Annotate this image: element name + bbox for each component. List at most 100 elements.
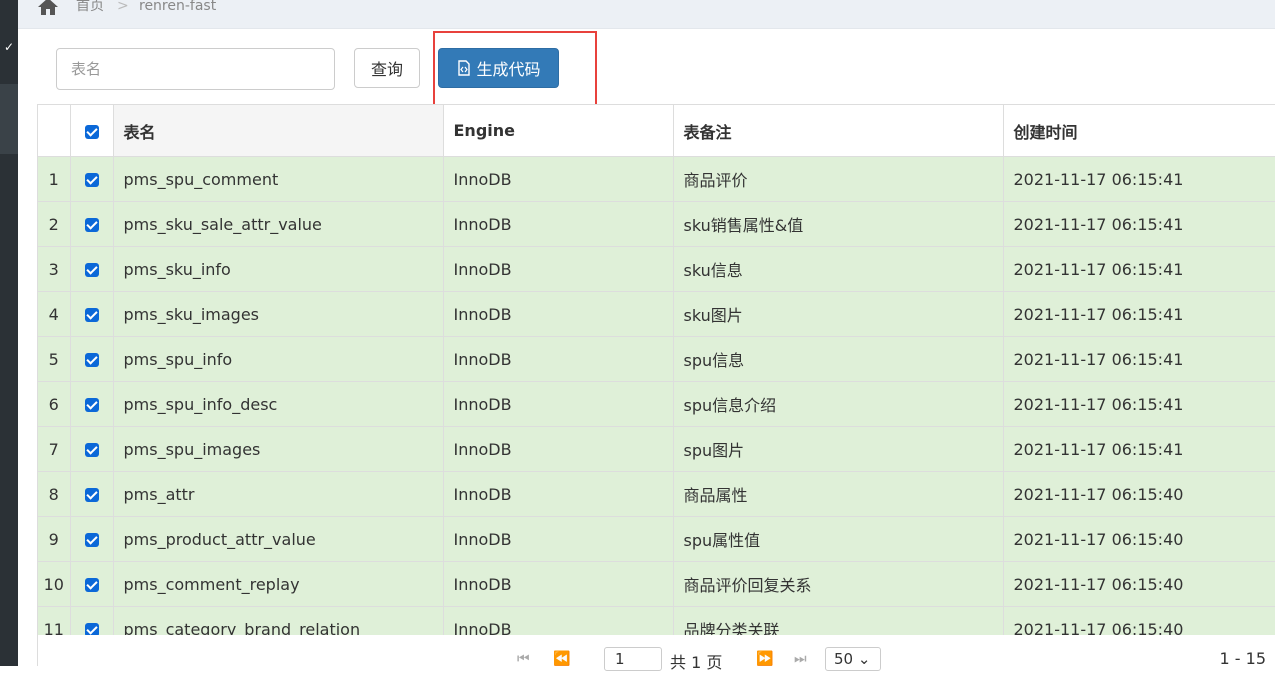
left-sidebar: ✓ xyxy=(0,0,18,666)
page-size-select[interactable]: 50 ⌄ xyxy=(825,647,881,671)
column-header-name[interactable]: 表名 xyxy=(113,105,444,157)
table-row[interactable]: 6 pms_spu_info_desc InnoDB spu信息介绍 2021-11-1… xyxy=(38,381,1275,427)
table-header-row: 表名 Engine 表备注 创建时间 xyxy=(38,105,1275,157)
column-header-comment[interactable]: 表备注 xyxy=(673,105,1004,157)
cell-created: 2021-11-17 06:15:41 xyxy=(1003,291,1275,337)
column-header-created[interactable]: 创建时间 xyxy=(1003,105,1275,157)
next-page-icon[interactable]: ⏩ xyxy=(756,651,773,667)
checkbox-checked-icon xyxy=(84,218,99,232)
row-number: 4 xyxy=(38,291,71,337)
cell-created: 2021-11-17 06:15:41 xyxy=(1003,426,1275,472)
cell-table-name: pms_comment_replay xyxy=(113,561,444,607)
checkbox-checked-icon xyxy=(84,443,99,457)
table-row[interactable]: 7 pms_spu_images InnoDB spu图片 2021-11-17 06:… xyxy=(38,426,1275,472)
cell-table-name: pms_attr xyxy=(113,471,444,517)
page-number-input[interactable]: 1 xyxy=(604,647,662,671)
table-row[interactable]: 2 pms_sku_sale_attr_value InnoDB sku销售属性&值 2… xyxy=(38,201,1275,247)
table-row[interactable]: 11 pms_category_brand_relation InnoDB 品牌分类关… xyxy=(38,606,1275,636)
total-pages-label: 共 1 页 xyxy=(670,653,723,672)
row-checkbox[interactable] xyxy=(70,606,114,636)
cell-created: 2021-11-17 06:15:41 xyxy=(1003,201,1275,247)
row-number: 7 xyxy=(38,426,71,472)
cell-engine: InnoDB xyxy=(443,516,674,562)
breadcrumb-separator: > xyxy=(117,0,129,14)
cell-comment: 商品评价回复关系 xyxy=(673,561,1004,607)
table-row[interactable]: 1 pms_spu_comment InnoDB 商品评价 2021-11-17 06:… xyxy=(38,156,1275,202)
cell-comment: spu属性值 xyxy=(673,516,1004,562)
annotation-highlight-box xyxy=(433,31,597,106)
checkbox-checked-icon xyxy=(84,263,99,277)
row-checkbox[interactable] xyxy=(70,336,114,382)
row-checkbox[interactable] xyxy=(70,426,114,472)
row-number: 3 xyxy=(38,246,71,292)
row-checkbox[interactable] xyxy=(70,516,114,562)
cell-engine: InnoDB xyxy=(443,246,674,292)
row-checkbox[interactable] xyxy=(70,381,114,427)
first-page-icon[interactable]: ⏮ xyxy=(517,651,530,667)
row-number: 5 xyxy=(38,336,71,382)
cell-table-name: pms_sku_sale_attr_value xyxy=(113,201,444,247)
row-checkbox[interactable] xyxy=(70,291,114,337)
breadcrumb: 首页 > renren-fast xyxy=(18,0,1275,29)
table-name-search-input[interactable] xyxy=(56,48,335,90)
cell-table-name: pms_sku_info xyxy=(113,246,444,292)
cell-engine: InnoDB xyxy=(443,471,674,517)
cell-engine: InnoDB xyxy=(443,561,674,607)
prev-page-icon[interactable]: ⏪ xyxy=(553,651,570,667)
table-row[interactable]: 4 pms_sku_images InnoDB sku图片 2021-11-17 06:… xyxy=(38,291,1275,337)
row-checkbox[interactable] xyxy=(70,471,114,517)
checkbox-checked-icon xyxy=(84,398,99,412)
cell-comment: spu图片 xyxy=(673,426,1004,472)
cell-comment: spu信息介绍 xyxy=(673,381,1004,427)
cell-created: 2021-11-17 06:15:41 xyxy=(1003,246,1275,292)
cell-engine: InnoDB xyxy=(443,291,674,337)
column-header-engine[interactable]: Engine xyxy=(443,105,674,157)
cell-created: 2021-11-17 06:15:40 xyxy=(1003,516,1275,562)
cell-comment: 商品属性 xyxy=(673,471,1004,517)
row-number: 6 xyxy=(38,381,71,427)
row-checkbox[interactable] xyxy=(70,156,114,202)
cell-engine: InnoDB xyxy=(443,201,674,247)
table-row[interactable]: 3 pms_sku_info InnoDB sku信息 2021-11-17 06:15… xyxy=(38,246,1275,292)
cell-engine: InnoDB xyxy=(443,426,674,472)
breadcrumb-home[interactable]: 首页 xyxy=(76,0,104,16)
row-checkbox[interactable] xyxy=(70,561,114,607)
row-number: 10 xyxy=(38,561,71,607)
cell-comment: sku图片 xyxy=(673,291,1004,337)
cell-created: 2021-11-17 06:15:41 xyxy=(1003,336,1275,382)
checkbox-checked-icon xyxy=(84,578,99,592)
row-number: 1 xyxy=(38,156,71,202)
cell-comment: sku信息 xyxy=(673,246,1004,292)
cell-engine: InnoDB xyxy=(443,606,674,636)
table-row[interactable]: 8 pms_attr InnoDB 商品属性 2021-11-17 06:15:40 xyxy=(38,471,1275,517)
last-page-icon[interactable]: ⏭ xyxy=(794,651,807,667)
home-icon[interactable] xyxy=(36,0,60,16)
row-number-header xyxy=(38,105,71,157)
pagination-bar: ⏮ ⏪ 1 共 1 页 ⏩ ⏭ 50 ⌄ 1 - 15 xyxy=(37,635,1275,672)
table-row[interactable]: 5 pms_spu_info InnoDB spu信息 2021-11-17 06:15… xyxy=(38,336,1275,382)
checkbox-checked-icon xyxy=(84,488,99,502)
row-number: 9 xyxy=(38,516,71,562)
tables-table: 表名 Engine 表备注 创建时间 1 pms_spu_comment InnoD… xyxy=(38,105,1275,636)
cell-comment: spu信息 xyxy=(673,336,1004,382)
cell-table-name: pms_spu_comment xyxy=(113,156,444,202)
row-number: 2 xyxy=(38,201,71,247)
chevron-down-icon: ⌄ xyxy=(857,650,871,668)
cell-table-name: pms_category_brand_relation xyxy=(113,606,444,636)
checkbox-checked-icon xyxy=(84,308,99,322)
table-grid: 表名 Engine 表备注 创建时间 1 pms_spu_comment InnoD… xyxy=(37,104,1275,636)
cell-table-name: pms_spu_info_desc xyxy=(113,381,444,427)
select-all-checkbox[interactable] xyxy=(70,105,114,157)
cell-engine: InnoDB xyxy=(443,381,674,427)
table-row[interactable]: 9 pms_product_attr_value InnoDB spu属性值 2021-… xyxy=(38,516,1275,562)
row-checkbox[interactable] xyxy=(70,201,114,247)
table-row[interactable]: 10 pms_comment_replay InnoDB 商品评价回复关系 2021-1… xyxy=(38,561,1275,607)
cell-table-name: pms_spu_images xyxy=(113,426,444,472)
row-number: 8 xyxy=(38,471,71,517)
cell-engine: InnoDB xyxy=(443,336,674,382)
query-button[interactable]: 查询 xyxy=(354,48,420,88)
sidebar-active-item[interactable] xyxy=(0,84,18,154)
row-checkbox[interactable] xyxy=(70,246,114,292)
collapse-icon[interactable]: ✓ xyxy=(0,40,18,54)
cell-created: 2021-11-17 06:15:41 xyxy=(1003,156,1275,202)
